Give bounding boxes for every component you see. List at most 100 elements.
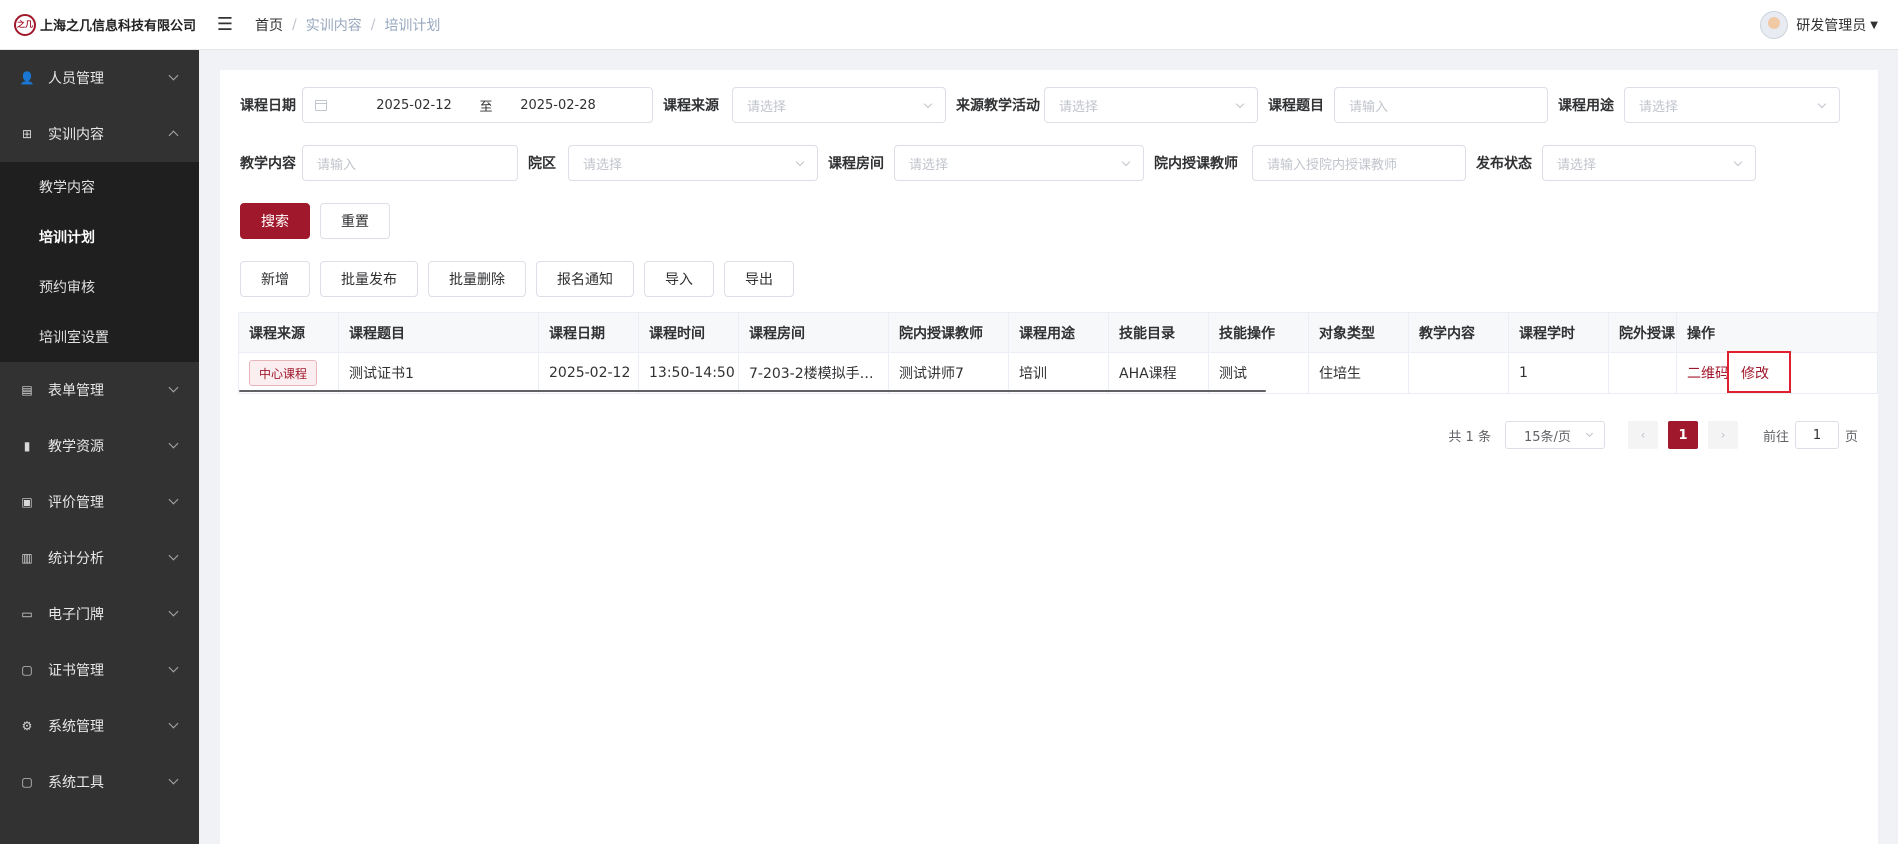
publish-status-select[interactable]: 请选择: [1542, 145, 1756, 181]
chevron-down-icon: [168, 494, 179, 505]
table-row: 中心课程 测试证书1 2025-02-12 13:50-14:50 7-203-…: [239, 353, 1877, 393]
course-use-placeholder: 请选择: [1639, 99, 1679, 115]
teaching-content-input[interactable]: 请输入: [302, 145, 518, 181]
source-activity-select[interactable]: 请选择: [1044, 87, 1258, 123]
chevron-down-icon: [168, 70, 179, 81]
batch-publish-button[interactable]: 批量发布: [320, 261, 418, 297]
horizontal-scrollbar[interactable]: [239, 390, 1266, 392]
add-button[interactable]: 新增: [240, 261, 310, 297]
col-operations: 操作: [1687, 325, 1715, 342]
monitor-icon: ▭: [21, 607, 33, 621]
briefcase-icon: ▢: [21, 663, 33, 677]
teaching-content-label: 教学内容: [240, 156, 296, 172]
sidebar-subitem-room-settings[interactable]: 培训室设置: [0, 312, 199, 362]
inner-teacher-input[interactable]: 请输入授院内授课教师: [1252, 145, 1466, 181]
breadcrumb-training-content: 实训内容: [305, 17, 362, 34]
course-topic-input[interactable]: 请输入: [1334, 87, 1548, 123]
teaching-content-placeholder: 请输入: [317, 157, 357, 173]
batch-delete-button[interactable]: 批量删除: [428, 261, 526, 297]
chevron-up-icon: [168, 130, 179, 141]
course-source-select[interactable]: 请选择: [732, 87, 946, 123]
breadcrumb: 首页 / 实训内容 / 培训计划: [255, 15, 440, 35]
cell-inner-teacher: 测试讲师7: [889, 353, 1009, 393]
sidebar-item-personnel[interactable]: 👤 人员管理: [0, 50, 199, 106]
date-start-input[interactable]: 2025-02-12: [359, 98, 469, 113]
col-course-date: 课程日期: [539, 313, 639, 352]
publish-status-placeholder: 请选择: [1557, 157, 1597, 173]
inner-teacher-label: 院内授课教师: [1154, 156, 1238, 172]
table-header: 课程来源 课程题目 课程日期 课程时间 课程房间 院内授课教师 课程用途 技能目…: [239, 313, 1877, 353]
breadcrumb-home[interactable]: 首页: [255, 15, 283, 35]
sidebar-item-tools[interactable]: ▢ 系统工具: [0, 754, 199, 810]
goto-page-input[interactable]: 1: [1794, 421, 1839, 449]
cell-teaching-content: [1409, 353, 1509, 393]
reset-button[interactable]: 重置: [320, 203, 390, 239]
sidebar-item-certificates[interactable]: ▢ 证书管理: [0, 642, 199, 698]
cell-course-topic: 测试证书1: [339, 353, 539, 393]
course-room-value: 7-203-2楼模拟手术室: [749, 366, 878, 382]
submenu-training-content: 教学内容 培训计划 预约审核 培训室设置: [0, 162, 199, 362]
cell-course-source: 中心课程: [239, 353, 339, 393]
search-button[interactable]: 搜索: [240, 203, 310, 239]
sidebar-item-evaluation[interactable]: ▣ 评价管理: [0, 474, 199, 530]
chevron-down-icon: [168, 774, 179, 785]
sidebar-item-training-content[interactable]: ⊞ 实训内容: [0, 106, 199, 162]
sidebar-subitem-teaching-content[interactable]: 教学内容: [0, 162, 199, 212]
hierarchy-icon: ⊞: [21, 127, 33, 141]
cell-course-room: 7-203-2楼模拟手术室: [739, 353, 889, 393]
filter-row-1: 课程日期 2025-02-12 至 2025-02-28 课程来源 请选择 来源…: [240, 87, 1840, 123]
chevron-down-icon: [168, 550, 179, 561]
course-use-select[interactable]: 请选择: [1624, 87, 1840, 123]
sidebar-subitem-training-plan[interactable]: 培训计划: [0, 212, 199, 262]
sidebar-item-resources[interactable]: ▮ 教学资源: [0, 418, 199, 474]
col-outer-teacher: 院外授课: [1609, 313, 1677, 352]
export-button[interactable]: 导出: [724, 261, 794, 297]
avatar-face-icon: [1768, 17, 1781, 29]
menu-toggle-icon[interactable]: ☰: [215, 14, 235, 35]
course-room-select[interactable]: 请选择: [894, 145, 1144, 181]
sidebar-item-system[interactable]: ⚙ 系统管理: [0, 698, 199, 754]
chevron-down-icon: [1733, 157, 1743, 167]
signup-notice-button[interactable]: 报名通知: [536, 261, 634, 297]
sidebar-item-label: 统计分析: [48, 551, 104, 567]
goto-suffix: 页: [1844, 429, 1858, 445]
chevron-down-icon: [168, 662, 179, 673]
next-page-button[interactable]: ›: [1707, 421, 1738, 449]
col-course-source: 课程来源: [239, 313, 339, 352]
avatar[interactable]: [1760, 11, 1789, 39]
sidebar-item-door-sign[interactable]: ▭ 电子门牌: [0, 586, 199, 642]
course-use-label: 课程用途: [1558, 98, 1614, 114]
sidebar-item-forms[interactable]: ▤ 表单管理: [0, 362, 199, 418]
breadcrumb-training-plan: 培训计划: [384, 17, 441, 34]
campus-select[interactable]: 请选择: [568, 145, 818, 181]
cell-skill-operation: 测试: [1209, 353, 1309, 393]
pagination-total: 共 1 条: [1448, 429, 1491, 445]
sidebar: 👤 人员管理 ⊞ 实训内容 教学内容 培训计划 预约审核 培训室设置 ▤ 表单管…: [0, 50, 199, 844]
page-size-select[interactable]: 15条/页: [1504, 421, 1605, 449]
user-name[interactable]: 研发管理员: [1796, 15, 1866, 35]
toolbox-icon: ▢: [21, 775, 33, 789]
qrcode-link[interactable]: 二维码: [1687, 363, 1729, 383]
course-room-placeholder: 请选择: [909, 157, 949, 173]
breadcrumb-separator: /: [292, 16, 297, 33]
pagination: 共 1 条 15条/页 ‹ 1 › 前往 1 页: [1448, 421, 1858, 449]
course-date-range[interactable]: 2025-02-12 至 2025-02-28: [302, 87, 653, 123]
date-range-separator: 至: [479, 99, 493, 115]
cell-skill-directory: AHA课程: [1109, 353, 1209, 393]
user-menu[interactable]: 研发管理员 ▼: [1760, 0, 1878, 50]
chevron-down-icon: [168, 718, 179, 729]
sidebar-item-statistics[interactable]: ▥ 统计分析: [0, 530, 199, 586]
caret-down-icon[interactable]: ▼: [1870, 20, 1878, 31]
cell-course-hours: 1: [1509, 353, 1609, 393]
sidebar-subitem-booking-review[interactable]: 预约审核: [0, 262, 199, 312]
date-end-input[interactable]: 2025-02-28: [503, 98, 613, 113]
gear-icon: ⚙: [21, 719, 33, 733]
page-number-current[interactable]: 1: [1667, 421, 1698, 449]
main-panel: 课程日期 2025-02-12 至 2025-02-28 课程来源 请选择 来源…: [220, 70, 1878, 844]
prev-page-button[interactable]: ‹: [1627, 421, 1658, 449]
chevron-down-icon: [168, 438, 179, 449]
sidebar-item-label: 系统工具: [48, 775, 104, 791]
sidebar-item-label: 证书管理: [48, 663, 104, 679]
col-teaching-content: 教学内容: [1409, 313, 1509, 352]
import-button[interactable]: 导入: [644, 261, 714, 297]
